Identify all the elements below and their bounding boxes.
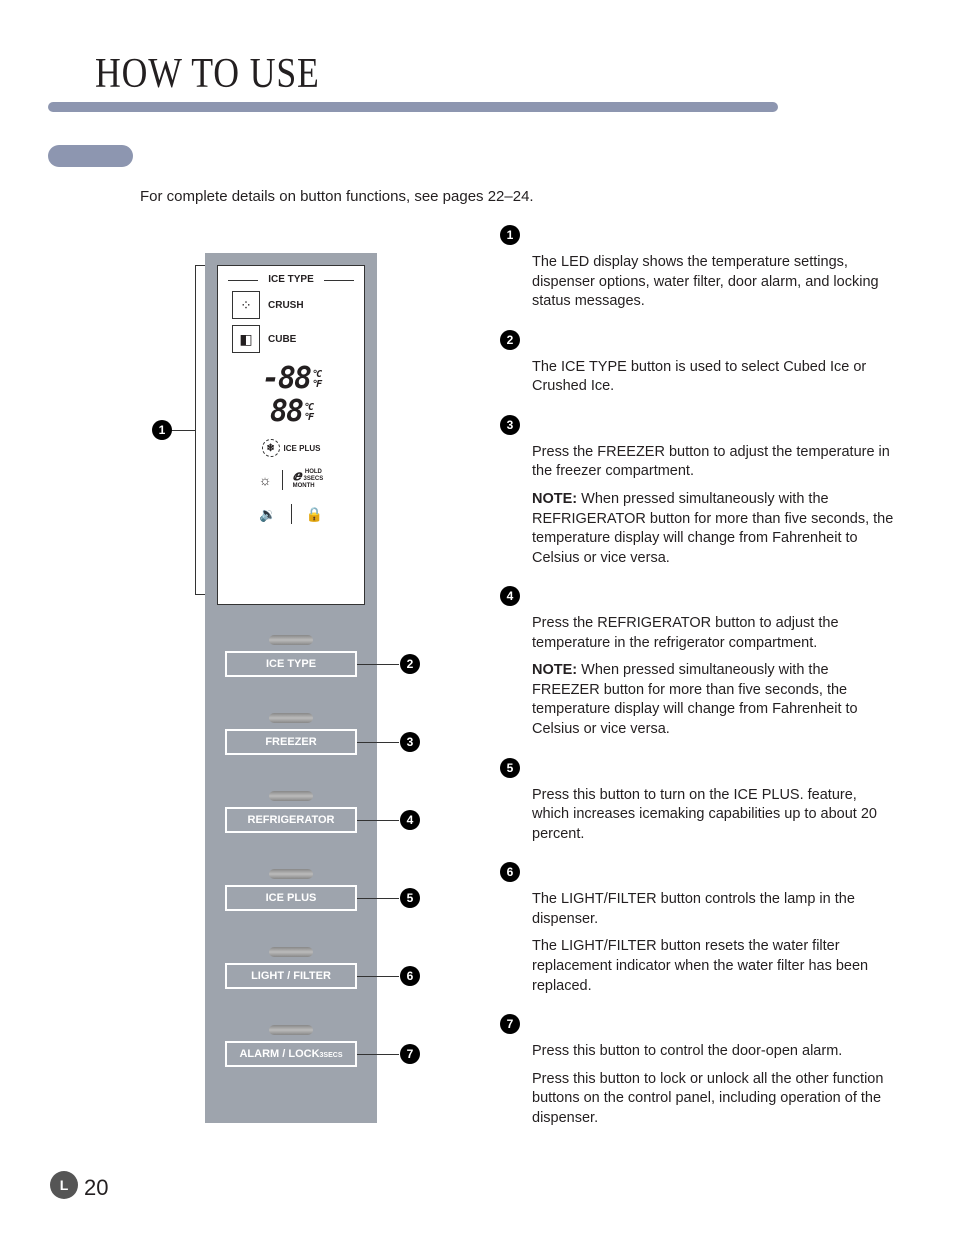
item-6-text-1: The LIGHT/FILTER button controls the lam… xyxy=(532,890,895,929)
light-icon: ☼ xyxy=(259,472,272,488)
item-7: 7 Press this button to control the door-… xyxy=(500,1014,895,1128)
cube-label: CUBE xyxy=(268,334,296,345)
item-2-text: The ICE TYPE button is used to select Cu… xyxy=(532,358,895,397)
item-5-text: Press this button to turn on the ICE PLU… xyxy=(532,786,895,845)
divider2 xyxy=(291,504,292,524)
callout-1-bracket xyxy=(195,265,205,595)
secs-label: 3SECS xyxy=(304,476,324,482)
crush-row: ⁘ CRUSH xyxy=(232,291,350,319)
iceplus-label: ICE PLUS xyxy=(284,444,321,453)
callout-5-lead xyxy=(357,898,399,899)
item-3-note: NOTE: When pressed simultaneously with t… xyxy=(532,490,895,568)
alarm-lock-indicator: 🔉 🔒 xyxy=(218,504,364,524)
item-6: 6 The LIGHT/FILTER button controls the l… xyxy=(500,862,895,996)
callout-7-lead xyxy=(357,1054,399,1055)
descriptions-column: 1 The LED display shows the temperature … xyxy=(500,225,895,1146)
filter-icon-group: ⅇHOLD3SECS MONTH xyxy=(293,469,324,490)
unit-f2: °F xyxy=(304,412,312,423)
button-ridge xyxy=(269,947,313,957)
ice-type-header: ICE TYPE xyxy=(218,274,364,285)
item-5: 5 Press this button to turn on the ICE P… xyxy=(500,758,895,845)
temp2-value: 88 xyxy=(270,394,302,429)
iceplus-indicator: ❄ ICE PLUS xyxy=(218,439,364,457)
item-4-note: NOTE: When pressed simultaneously with t… xyxy=(532,661,895,739)
button-ridge xyxy=(269,635,313,645)
control-panel-diagram: ICE TYPE ⁘ CRUSH ◧ CUBE -88°C°F 88°C°F ❄… xyxy=(205,253,377,1123)
callout-6-lead xyxy=(357,976,399,977)
cube-row: ◧ CUBE xyxy=(232,325,350,353)
callout-6-bullet: 6 xyxy=(400,966,420,986)
section-tab xyxy=(48,145,133,167)
snowflake-icon: ❄ xyxy=(262,439,280,457)
item-3-text: Press the FREEZER button to adjust the t… xyxy=(532,443,895,482)
callout-4-bullet: 4 xyxy=(400,810,420,830)
item-2: 2 The ICE TYPE button is used to select … xyxy=(500,330,895,397)
lock-icon: 🔒 xyxy=(306,506,323,523)
item-4-text: Press the REFRIGERATOR button to adjust … xyxy=(532,614,895,653)
callout-1-lead xyxy=(170,430,195,431)
refrigerator-button[interactable]: REFRIGERATOR xyxy=(225,807,357,833)
item-7-text-1: Press this button to control the door-op… xyxy=(532,1042,895,1062)
button-ridge xyxy=(269,1025,313,1035)
divider xyxy=(282,470,283,490)
callout-2-bullet: 2 xyxy=(400,654,420,674)
freezer-button[interactable]: FREEZER xyxy=(225,729,357,755)
freezer-temp: -88°C°F xyxy=(218,361,364,396)
callout-5-bullet: 5 xyxy=(400,888,420,908)
item-1-text: The LED display shows the temperature se… xyxy=(532,253,895,312)
crush-icon: ⁘ xyxy=(232,291,260,319)
button-ridge xyxy=(269,791,313,801)
item-2-bullet: 2 xyxy=(500,330,520,350)
item-4-bullet: 4 xyxy=(500,586,520,606)
ice-type-button[interactable]: ICE TYPE xyxy=(225,651,357,677)
callout-4-lead xyxy=(357,820,399,821)
fridge-temp: 88°C°F xyxy=(218,394,364,429)
unit-f: °F xyxy=(312,379,320,390)
note-label: NOTE: xyxy=(532,491,577,507)
item-3-note-text: When pressed simultaneously with the REF… xyxy=(532,491,893,566)
month-label: MONTH xyxy=(293,483,315,490)
hold-label: HOLD xyxy=(305,469,322,475)
callout-3-lead xyxy=(357,742,399,743)
button-ridge xyxy=(269,869,313,879)
page-number: 20 xyxy=(84,1175,108,1201)
alarm-lock-secs: 3SECS xyxy=(320,1052,343,1059)
ice-plus-button[interactable]: ICE PLUS xyxy=(225,885,357,911)
led-display: ICE TYPE ⁘ CRUSH ◧ CUBE -88°C°F 88°C°F ❄… xyxy=(217,265,365,605)
button-ridge xyxy=(269,713,313,723)
item-6-text-2: The LIGHT/FILTER button resets the water… xyxy=(532,937,895,996)
item-3: 3 Press the FREEZER button to adjust the… xyxy=(500,415,895,568)
callout-3-bullet: 3 xyxy=(400,732,420,752)
alarm-lock-label: ALARM / LOCK xyxy=(239,1048,319,1060)
callout-7-bullet: 7 xyxy=(400,1044,420,1064)
temp1-value: -88 xyxy=(262,361,310,396)
intro-text: For complete details on button functions… xyxy=(140,188,534,205)
callout-1-bullet: 1 xyxy=(152,420,172,440)
item-1-bullet: 1 xyxy=(500,225,520,245)
page-title: HOW TO USE xyxy=(95,50,320,98)
item-3-bullet: 3 xyxy=(500,415,520,435)
item-7-text-2: Press this button to lock or unlock all … xyxy=(532,1070,895,1129)
item-1: 1 The LED display shows the temperature … xyxy=(500,225,895,312)
brand-logo-icon: L xyxy=(50,1171,78,1199)
cube-icon: ◧ xyxy=(232,325,260,353)
light-filter-indicator: ☼ ⅇHOLD3SECS MONTH xyxy=(218,469,364,490)
item-4: 4 Press the REFRIGERATOR button to adjus… xyxy=(500,586,895,739)
crush-label: CRUSH xyxy=(268,300,304,311)
item-6-bullet: 6 xyxy=(500,862,520,882)
item-4-note-text: When pressed simultaneously with the FRE… xyxy=(532,662,858,737)
item-5-bullet: 5 xyxy=(500,758,520,778)
note-label: NOTE: xyxy=(532,662,577,678)
alarm-icon: 🔉 xyxy=(259,506,276,523)
light-filter-button[interactable]: LIGHT / FILTER xyxy=(225,963,357,989)
title-underline xyxy=(48,102,778,112)
alarm-lock-button[interactable]: ALARM / LOCK3SECS xyxy=(225,1041,357,1067)
callout-2-lead xyxy=(357,664,399,665)
item-7-bullet: 7 xyxy=(500,1014,520,1034)
